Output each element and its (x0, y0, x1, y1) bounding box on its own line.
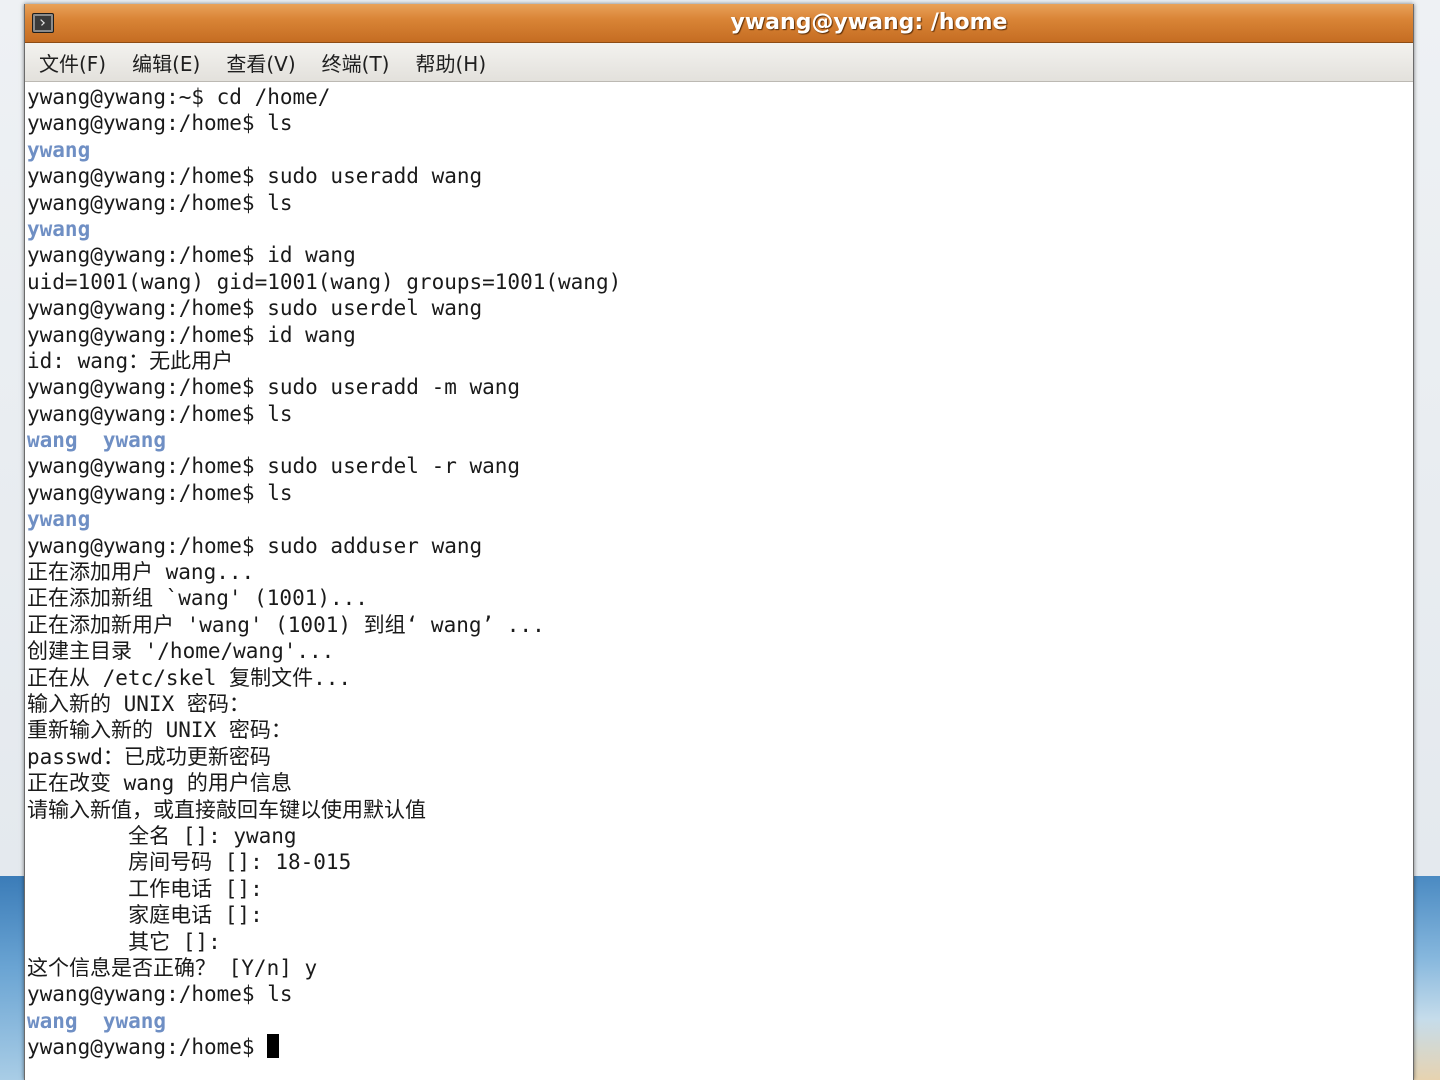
line-text: 输入新的 UNIX 密码： (27, 691, 250, 716)
line-text: ywang@ywang:/home$ id wang (27, 322, 356, 347)
line-text: 工作电话 []: (27, 876, 263, 901)
output-line: 正在改变 wang 的用户信息 (27, 770, 1413, 796)
command-line: ywang@ywang:/home$ sudo useradd -m wang (27, 374, 1413, 400)
menu-view[interactable]: 查看(V) (226, 48, 295, 77)
desktop-background-left (0, 0, 24, 876)
output-line: 这个信息是否正确？ [Y/n] y (27, 955, 1413, 981)
menu-terminal[interactable]: 终端(T) (322, 48, 390, 77)
desktop-wallpaper-right (1412, 876, 1440, 1080)
line-text: 创建主目录 '/home/wang'... (27, 639, 335, 664)
line-text: ywang@ywang:/home$ (27, 1035, 268, 1060)
line-text: 正在添加用户 wang... (27, 560, 255, 585)
line-text: 正在添加新用户 'wang' (1001) 到组‘ wang’ ... (27, 612, 545, 637)
command-line: ywang@ywang:~$ cd /home/ (27, 84, 1413, 110)
line-text: ywang (27, 137, 91, 162)
directory-listing-line: ywang (27, 216, 1413, 242)
menu-file[interactable]: 文件(F) (39, 48, 106, 77)
line-text: ywang (27, 216, 91, 241)
output-line: 输入新的 UNIX 密码： (27, 691, 1413, 717)
directory-listing-line: wang ywang (27, 1008, 1413, 1034)
terminal-output[interactable]: ywang@ywang:~$ cd /home/ywang@ywang:/hom… (25, 82, 1413, 1060)
output-line: 全名 []: ywang (27, 823, 1413, 849)
line-text: ywang@ywang:/home$ sudo useradd wang (27, 164, 483, 189)
desktop-wallpaper-left (0, 876, 24, 1080)
output-line: 房间号码 []: 18-015 (27, 849, 1413, 875)
menu-edit[interactable]: 编辑(E) (132, 48, 200, 77)
line-text: 其它 []: (27, 929, 221, 954)
line-text: 正在添加新组 `wang' (1001)... (27, 586, 368, 611)
line-text: ywang@ywang:/home$ ls (27, 982, 293, 1007)
line-text: ywang@ywang:/home$ sudo userdel -r wang (27, 454, 521, 479)
output-line: 家庭电话 []: (27, 902, 1413, 928)
directory-listing-line: ywang (27, 506, 1413, 532)
window-title: ywang@ywang: /home (730, 10, 1008, 35)
output-line: 工作电话 []: (27, 876, 1413, 902)
line-text: wang ywang (27, 428, 167, 453)
output-line: 正在添加用户 wang... (27, 559, 1413, 585)
command-line: ywang@ywang:/home$ ls (27, 981, 1413, 1007)
command-line: ywang@ywang:/home$ sudo userdel wang (27, 295, 1413, 321)
line-text: ywang@ywang:/home$ sudo userdel wang (27, 296, 483, 321)
text-cursor (267, 1034, 280, 1059)
line-text: wang ywang (27, 1008, 167, 1033)
line-text: 正在从 /etc/skel 复制文件... (27, 665, 352, 690)
command-line: ywang@ywang:/home$ ls (27, 190, 1413, 216)
line-text: ywang@ywang:/home$ sudo useradd -m wang (27, 375, 521, 400)
menu-help[interactable]: 帮助(H) (415, 48, 486, 77)
output-line: uid=1001(wang) gid=1001(wang) groups=100… (27, 269, 1413, 295)
line-text: 房间号码 []: 18-015 (27, 850, 352, 875)
menu-bar: 文件(F) 编辑(E) 查看(V) 终端(T) 帮助(H) (25, 43, 1413, 82)
output-line: 正在添加新用户 'wang' (1001) 到组‘ wang’ ... (27, 612, 1413, 638)
line-text: ywang@ywang:/home$ ls (27, 401, 293, 426)
command-line: ywang@ywang:/home$ id wang (27, 322, 1413, 348)
line-text: 请输入新值，或直接敲回车键以使用默认值 (27, 797, 426, 822)
directory-listing-line: ywang (27, 137, 1413, 163)
line-text: uid=1001(wang) gid=1001(wang) groups=100… (27, 269, 622, 294)
command-line: ywang@ywang:/home$ sudo adduser wang (27, 533, 1413, 559)
output-line: 正在添加新组 `wang' (1001)... (27, 585, 1413, 611)
output-line: 重新输入新的 UNIX 密码： (27, 717, 1413, 743)
command-line: ywang@ywang:/home$ id wang (27, 242, 1413, 268)
line-text: ywang@ywang:~$ cd /home/ (27, 85, 331, 109)
command-line: ywang@ywang:/home$ sudo useradd wang (27, 163, 1413, 189)
directory-listing-line: wang ywang (27, 427, 1413, 453)
line-text: ywang@ywang:/home$ sudo adduser wang (27, 533, 483, 558)
output-line: 创建主目录 '/home/wang'... (27, 638, 1413, 664)
line-text: 正在改变 wang 的用户信息 (27, 771, 292, 796)
title-bar[interactable]: ywang@ywang: /home (25, 4, 1413, 43)
line-text: ywang@ywang:/home$ ls (27, 111, 293, 136)
command-line: ywang@ywang:/home$ ls (27, 480, 1413, 506)
output-line: 请输入新值，或直接敲回车键以使用默认值 (27, 797, 1413, 823)
desktop-background-right (1412, 0, 1440, 876)
line-text: ywang@ywang:/home$ id wang (27, 243, 356, 268)
output-line: passwd：已成功更新密码 (27, 744, 1413, 770)
command-line: ywang@ywang:/home$ ls (27, 401, 1413, 427)
line-text: passwd：已成功更新密码 (27, 744, 271, 769)
line-text: 这个信息是否正确？ [Y/n] y (27, 955, 318, 980)
line-text: id: wang：无此用户 (27, 348, 234, 373)
output-line: 正在从 /etc/skel 复制文件... (27, 665, 1413, 691)
line-text: 重新输入新的 UNIX 密码： (27, 718, 292, 743)
terminal-window: ywang@ywang: /home 文件(F) 编辑(E) 查看(V) 终端(… (24, 4, 1414, 1080)
line-text: ywang (27, 507, 91, 532)
command-line: ywang@ywang:/home$ sudo userdel -r wang (27, 453, 1413, 479)
line-text: ywang@ywang:/home$ ls (27, 190, 293, 215)
line-text: 全名 []: ywang (27, 823, 297, 848)
output-line: 其它 []: (27, 929, 1413, 955)
line-text: 家庭电话 []: (27, 903, 263, 928)
line-text: ywang@ywang:/home$ ls (27, 480, 293, 505)
output-line: id: wang：无此用户 (27, 348, 1413, 374)
prompt-line: ywang@ywang:/home$ (27, 1034, 1413, 1060)
command-line: ywang@ywang:/home$ ls (27, 110, 1413, 136)
